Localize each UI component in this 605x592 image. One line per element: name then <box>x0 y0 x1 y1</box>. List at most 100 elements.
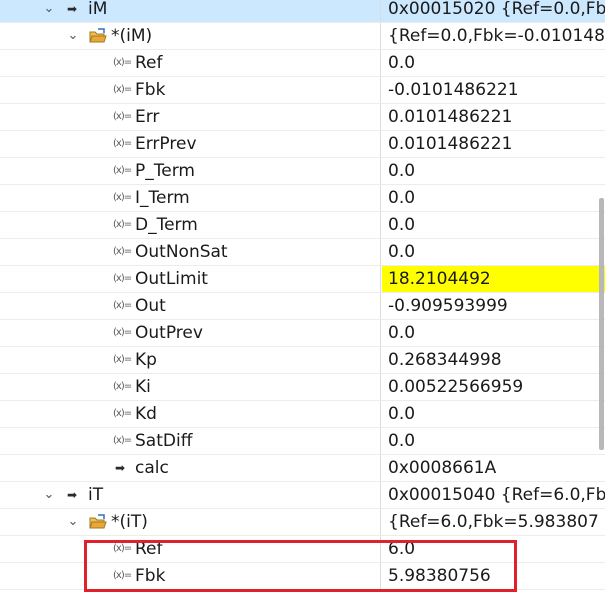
value-cell[interactable]: 0.0101486221 <box>382 131 605 157</box>
table-row[interactable]: (x)= P_Term 0.0 <box>0 158 605 185</box>
variable-value: 0.0101486221 <box>388 134 513 154</box>
variable-icon: (x)= <box>113 408 132 419</box>
variable-name: *(iT) <box>111 512 148 532</box>
value-cell[interactable]: 0.0 <box>382 401 605 427</box>
table-row[interactable]: (x)= Ref 0.0 <box>0 50 605 77</box>
chevron-down-icon[interactable]: ⌄ <box>42 485 56 505</box>
table-row[interactable]: ⌄ ➡ iM 0x00015020 {Ref=0.0,Fb <box>0 0 605 23</box>
value-cell[interactable]: 0.268344998 <box>382 347 605 373</box>
table-row[interactable]: ➡ calc 0x0008661A <box>0 455 605 482</box>
struct-arrow-icon: ➡ <box>66 488 78 502</box>
table-row[interactable]: (x)= Fbk -0.0101486221 <box>0 77 605 104</box>
variable-value: 0.0 <box>388 404 416 424</box>
value-cell[interactable]: 0x00015040 {Ref=6.0,Fbk <box>382 482 605 508</box>
struct-arrow-icon: ➡ <box>66 2 78 16</box>
value-cell[interactable]: 0.0 <box>382 239 605 265</box>
variable-name: SatDiff <box>135 431 193 451</box>
value-cell[interactable]: 0x00015020 {Ref=0.0,Fb <box>382 0 605 22</box>
table-row[interactable]: (x)= OutPrev 0.0 <box>0 320 605 347</box>
variable-value: 0.0 <box>388 161 416 181</box>
variable-icon: (x)= <box>113 138 132 149</box>
variable-name: Kd <box>135 404 157 424</box>
chevron-down-icon[interactable]: ⌄ <box>42 0 56 19</box>
variables-tree-table: ⌄ ➡ iM 0x00015020 {Ref=0.0,Fb ⌄ *(iM) {Ref=0.0… <box>0 0 605 592</box>
name-cell: (x)= Ref <box>0 50 381 76</box>
variable-name: I_Term <box>135 188 190 208</box>
pointer-struct-icon <box>89 28 107 44</box>
variable-value: 0.268344998 <box>388 350 502 370</box>
variable-value: 0.0 <box>388 53 416 73</box>
value-cell[interactable]: {Ref=6.0,Fbk=5.983807 <box>382 509 605 535</box>
name-cell: (x)= P_Term <box>0 158 381 184</box>
value-cell[interactable]: 0.0101486221 <box>382 104 605 130</box>
table-row[interactable]: ⌄ *(iM) {Ref=0.0,Fbk=-0.010148 <box>0 23 605 50</box>
value-cell[interactable]: 0.0 <box>382 158 605 184</box>
table-row[interactable]: (x)= I_Term 0.0 <box>0 185 605 212</box>
variable-name: Kp <box>135 350 157 370</box>
table-row[interactable]: (x)= OutLimit 18.2104492 <box>0 266 605 293</box>
table-row[interactable]: (x)= ErrPrev 0.0101486221 <box>0 131 605 158</box>
variable-name: iT <box>88 485 104 505</box>
vertical-scrollbar[interactable] <box>599 198 604 450</box>
variable-icon: (x)= <box>113 435 132 446</box>
chevron-down-icon[interactable]: ⌄ <box>66 26 80 46</box>
variable-icon: (x)= <box>113 165 132 176</box>
value-cell[interactable]: {Ref=0.0,Fbk=-0.010148 <box>382 23 605 49</box>
variable-icon: (x)= <box>113 381 132 392</box>
function-arrow-icon: ➡ <box>114 461 126 475</box>
value-cell[interactable]: 0.0 <box>382 212 605 238</box>
value-cell[interactable]: -0.0101486221 <box>382 77 605 103</box>
value-cell[interactable]: 0.0 <box>382 428 605 454</box>
value-cell[interactable]: 0.0 <box>382 50 605 76</box>
name-cell: (x)= OutLimit <box>0 266 381 292</box>
variable-value: 0.0 <box>388 188 416 208</box>
variable-name: Ki <box>135 377 151 397</box>
name-cell: (x)= Kd <box>0 401 381 427</box>
variable-icon: (x)= <box>113 219 132 230</box>
variable-name: iM <box>88 0 108 19</box>
table-row[interactable]: (x)= Err 0.0101486221 <box>0 104 605 131</box>
table-row[interactable]: (x)= Out -0.909593999 <box>0 293 605 320</box>
value-cell[interactable]: 18.2104492 <box>382 266 605 292</box>
variable-value: 0.0101486221 <box>388 107 513 127</box>
table-row[interactable]: (x)= Kd 0.0 <box>0 401 605 428</box>
table-row[interactable]: ⌄ *(iT) {Ref=6.0,Fbk=5.983807 <box>0 509 605 536</box>
variable-icon: (x)= <box>113 84 132 95</box>
variable-icon: (x)= <box>113 111 132 122</box>
value-cell[interactable]: 0.0 <box>382 185 605 211</box>
value-cell[interactable]: -0.909593999 <box>382 293 605 319</box>
name-cell: (x)= Kp <box>0 347 381 373</box>
name-cell: (x)= I_Term <box>0 185 381 211</box>
variable-name: Err <box>135 107 160 127</box>
table-row[interactable]: (x)= OutNonSat 0.0 <box>0 239 605 266</box>
table-row[interactable]: ⌄ ➡ iT 0x00015040 {Ref=6.0,Fbk <box>0 482 605 509</box>
variable-icon: (x)= <box>113 273 132 284</box>
variable-name: OutNonSat <box>135 242 228 262</box>
variable-value: 18.2104492 <box>388 269 491 289</box>
name-cell: (x)= OutNonSat <box>0 239 381 265</box>
name-cell: (x)= OutPrev <box>0 320 381 346</box>
variable-icon: (x)= <box>113 192 132 203</box>
table-row[interactable]: (x)= D_Term 0.0 <box>0 212 605 239</box>
name-cell: (x)= D_Term <box>0 212 381 238</box>
variable-name: Out <box>135 296 166 316</box>
pointer-struct-icon <box>89 514 107 530</box>
value-cell[interactable]: 0x0008661A <box>382 455 605 481</box>
variable-value: 0x0008661A <box>388 458 497 478</box>
variable-name: calc <box>135 458 169 478</box>
variable-value: -0.0101486221 <box>388 80 519 100</box>
chevron-down-icon[interactable]: ⌄ <box>66 512 80 532</box>
variable-value: -0.909593999 <box>388 296 508 316</box>
variable-name: D_Term <box>135 215 198 235</box>
annotation-highlight-box <box>84 540 517 592</box>
table-row[interactable]: (x)= Ki 0.00522566959 <box>0 374 605 401</box>
name-cell: ⌄ *(iM) <box>0 23 381 49</box>
variable-icon: (x)= <box>113 354 132 365</box>
name-cell: (x)= Fbk <box>0 77 381 103</box>
value-cell[interactable]: 0.00522566959 <box>382 374 605 400</box>
value-cell[interactable]: 0.0 <box>382 320 605 346</box>
variable-value: 0.0 <box>388 215 416 235</box>
table-row[interactable]: (x)= SatDiff 0.0 <box>0 428 605 455</box>
table-row[interactable]: (x)= Kp 0.268344998 <box>0 347 605 374</box>
variable-value: 0.0 <box>388 431 416 451</box>
